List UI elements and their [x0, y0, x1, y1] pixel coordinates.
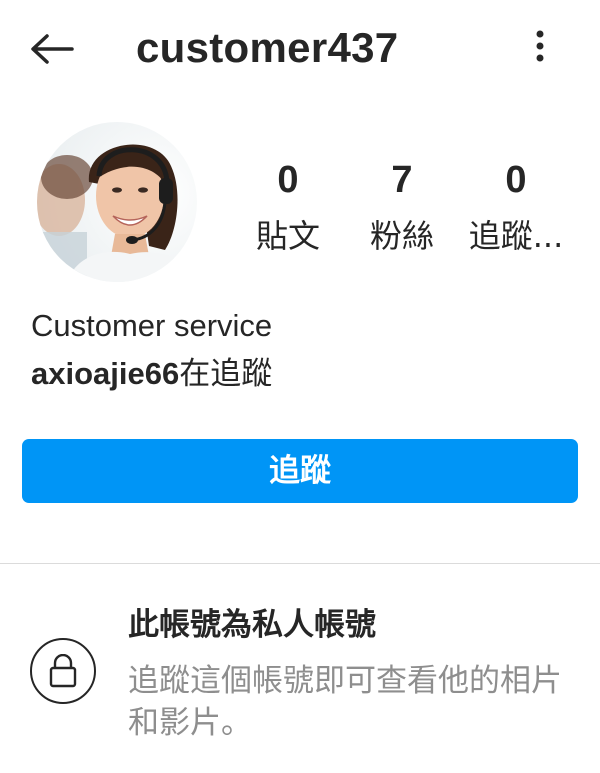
app-header: customer437 — [0, 0, 600, 96]
profile-display-name: Customer service — [31, 308, 273, 343]
back-button[interactable] — [28, 28, 76, 70]
more-options-button[interactable] — [520, 24, 560, 68]
stat-followers[interactable]: 7 粉絲 — [342, 156, 462, 256]
posts-label: 貼文 — [255, 217, 320, 255]
divider — [0, 563, 600, 564]
profile-username: customer437 — [136, 24, 399, 71]
followers-label: 粉絲 — [369, 217, 434, 255]
stat-posts[interactable]: 0 貼文 — [228, 156, 348, 256]
private-account-description: 追蹤這個帳號即可查看他的相片和影片。 — [128, 663, 562, 741]
followers-count: 7 — [391, 159, 413, 201]
lock-icon — [49, 654, 77, 688]
followed-by-username: axioajie66 — [31, 356, 180, 391]
following-label: 追蹤... — [468, 217, 564, 255]
follow-button[interactable]: 追蹤 — [22, 439, 578, 503]
followed-by-suffix: 在追蹤 — [179, 356, 273, 392]
followed-by[interactable]: axioajie66在追蹤 — [31, 354, 272, 394]
arrow-left-icon — [31, 34, 74, 64]
lock-icon-container — [30, 638, 96, 704]
posts-count: 0 — [277, 159, 299, 201]
following-count: 0 — [505, 159, 527, 201]
private-account-title: 此帳號為私人帳號 — [128, 607, 376, 643]
more-vertical-icon — [536, 30, 544, 62]
stat-following[interactable]: 0 追蹤... — [456, 156, 576, 256]
avatar[interactable] — [37, 122, 197, 282]
avatar-image — [37, 122, 197, 282]
